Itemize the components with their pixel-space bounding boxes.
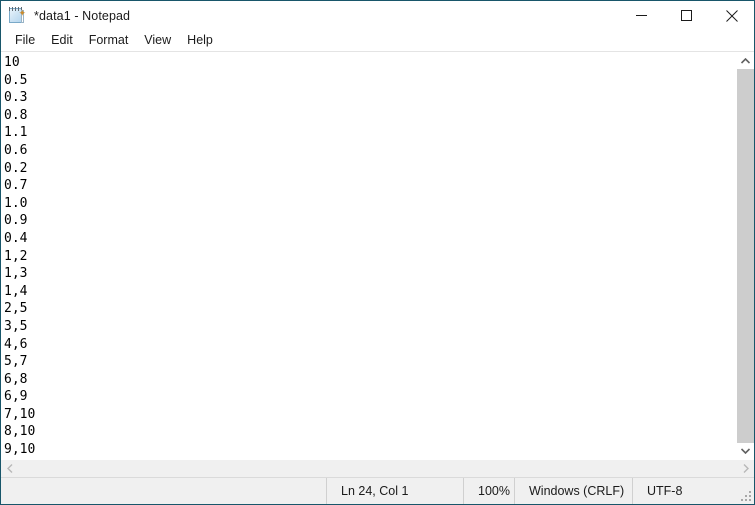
status-bar: Ln 24, Col 1 100% Windows (CRLF) UTF-8 [1, 477, 754, 504]
notepad-window: ✦ *data1 - Notepad File Edit Format View… [0, 0, 755, 505]
text-line: 1,3 [4, 266, 28, 282]
vertical-scroll-track[interactable] [737, 69, 754, 443]
text-line: 0.9 [4, 213, 28, 229]
vertical-scrollbar[interactable] [737, 52, 754, 459]
title-bar: ✦ *data1 - Notepad [1, 1, 754, 30]
minimize-button[interactable] [619, 1, 664, 30]
text-line: 5,7 [4, 354, 28, 370]
menu-item-file[interactable]: File [7, 32, 43, 49]
text-line: 6,8 [4, 371, 28, 387]
scroll-right-icon[interactable] [737, 460, 754, 477]
menu-item-view[interactable]: View [136, 32, 179, 49]
horizontal-scroll-track[interactable] [18, 460, 737, 477]
text-line: 10 [4, 55, 20, 70]
menu-item-format[interactable]: Format [81, 32, 137, 49]
text-line: 0.5 [4, 72, 28, 88]
text-line: 0.7 [4, 178, 28, 194]
editor-area: 10 0.5 0.3 0.8 1.1 0.6 0.2 0.7 1.0 0.9 0.4 1,2 1,3 1,… [1, 52, 754, 459]
text-line: 7,10 [4, 406, 36, 422]
scroll-left-icon[interactable] [1, 460, 18, 477]
resize-grip[interactable] [740, 490, 751, 501]
status-zoom-level[interactable]: 100% [463, 478, 514, 504]
text-line: 8,10 [4, 424, 36, 440]
text-line: 1,2 [4, 248, 28, 264]
text-line: 0.6 [4, 142, 28, 158]
vertical-scroll-thumb[interactable] [737, 69, 754, 443]
title-bar-left: ✦ *data1 - Notepad [1, 7, 619, 24]
text-line: 1.1 [4, 125, 28, 141]
notepad-icon: ✦ [8, 7, 26, 24]
scroll-up-icon[interactable] [737, 52, 754, 69]
status-line-ending: Windows (CRLF) [514, 478, 632, 504]
text-line: 3,5 [4, 318, 28, 334]
text-line: 4,6 [4, 336, 28, 352]
scroll-down-icon[interactable] [737, 442, 754, 459]
status-cursor-position: Ln 24, Col 1 [326, 478, 463, 504]
text-line: 2,5 [4, 301, 28, 317]
text-line: 1,4 [4, 283, 28, 299]
window-title: *data1 - Notepad [34, 8, 131, 23]
status-encoding: UTF-8 [632, 478, 754, 504]
text-line: 1.0 [4, 195, 28, 211]
maximize-button[interactable] [664, 1, 709, 30]
close-button[interactable] [709, 1, 754, 30]
text-line: 9,10 [4, 442, 36, 458]
text-line: 0.8 [4, 107, 28, 123]
text-line: 6,9 [4, 389, 28, 405]
status-bar-spacer [1, 478, 326, 504]
text-line: 0.3 [4, 90, 28, 106]
text-line: 0.2 [4, 160, 28, 176]
window-controls [619, 1, 754, 30]
text-line: 0.4 [4, 230, 28, 246]
menu-item-help[interactable]: Help [179, 32, 221, 49]
horizontal-scrollbar[interactable] [1, 459, 754, 477]
text-editor[interactable]: 10 0.5 0.3 0.8 1.1 0.6 0.2 0.7 1.0 0.9 0.4 1,2 1,3 1,… [1, 52, 737, 459]
menu-bar: File Edit Format View Help [1, 30, 754, 52]
menu-item-edit[interactable]: Edit [43, 32, 81, 49]
